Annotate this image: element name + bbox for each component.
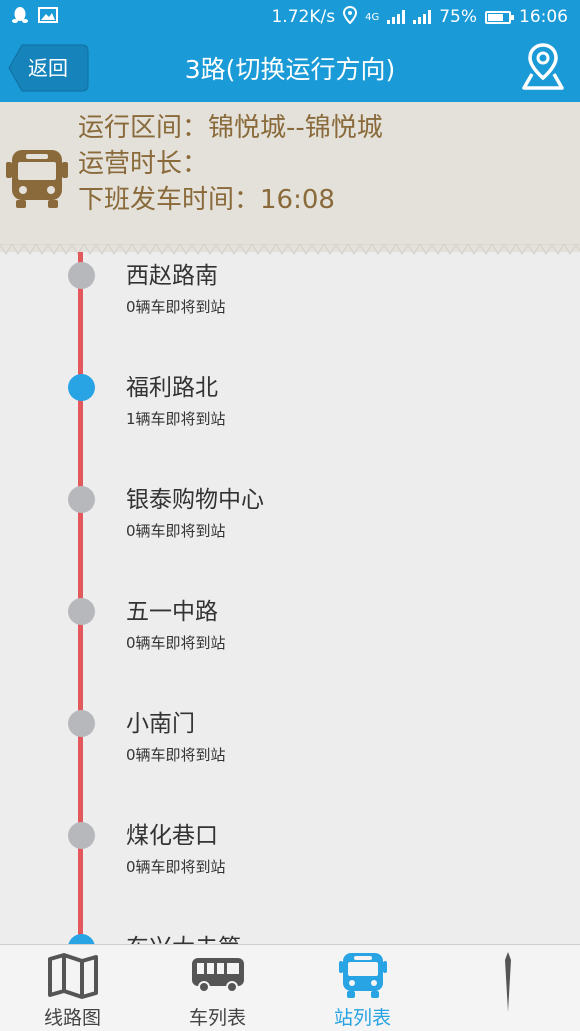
station-name: 煤化巷口	[126, 823, 218, 849]
map-icon	[47, 953, 99, 999]
tab-station-list[interactable]: 站列表	[290, 945, 435, 1031]
station-name: 西赵路南	[126, 263, 218, 289]
tab-label: 车列表	[188, 1007, 246, 1029]
station-row[interactable]: 西赵路南 0辆车即将到站	[0, 262, 580, 374]
station-name: 五一中路	[126, 599, 218, 625]
tab-bus-list[interactable]: 车列表	[145, 945, 290, 1031]
route-info-panel: 运行区间：锦悦城--锦悦城 运营时长： 下班发车时间：16:08	[0, 102, 580, 252]
station-name: 福利路北	[126, 375, 218, 401]
back-button[interactable]: 返回	[28, 44, 68, 92]
location-icon	[343, 5, 358, 29]
station-row[interactable]: 五一中路 0辆车即将到站	[0, 598, 580, 710]
battery-icon	[485, 10, 514, 24]
qq-icon	[12, 6, 28, 29]
bottom-tab-bar: 线路图 车列表 站列表	[0, 944, 580, 1031]
bus-icon	[6, 148, 68, 214]
signal-icon	[387, 10, 406, 24]
station-arriving-count: 1辆车即将到站	[126, 410, 226, 428]
battery-percent: 75%	[439, 7, 477, 27]
station-arriving-count: 0辆车即将到站	[126, 858, 226, 876]
route-info-text: 运行区间：锦悦城--锦悦城 运营时长： 下班发车时间：16:08	[78, 110, 383, 218]
tab-label: 线路图	[43, 1007, 101, 1029]
station-bus-icon	[338, 953, 387, 999]
station-dot	[68, 486, 95, 513]
app-header: 3路(切换运行方向) 返回	[0, 34, 580, 102]
station-dot	[68, 822, 95, 849]
station-dot-active	[68, 934, 95, 944]
station-arriving-count: 0辆车即将到站	[126, 298, 226, 316]
station-list[interactable]: 西赵路南 0辆车即将到站 福利路北 1辆车即将到站 银泰购物中心 0辆车即将到站 五一中路 0…	[0, 252, 580, 944]
station-name: 东兴大夫第	[126, 928, 241, 944]
station-row[interactable]: 银泰购物中心 0辆车即将到站	[0, 486, 580, 598]
station-name: 小南门	[126, 711, 195, 737]
bus-list-icon	[190, 953, 246, 999]
map-pin-icon	[522, 43, 564, 90]
station-arriving-count: 0辆车即将到站	[126, 634, 226, 652]
scroll-handle[interactable]	[505, 952, 511, 1012]
station-row[interactable]: 煤化巷口 0辆车即将到站	[0, 822, 580, 934]
station-dot	[68, 262, 95, 289]
status-bar: 1.72K/s 4G 75% 16:06	[0, 0, 580, 34]
station-row[interactable]: 东兴大夫第	[0, 934, 580, 944]
signal-icon-2	[413, 10, 432, 24]
station-dot-active	[68, 374, 95, 401]
station-row[interactable]: 小南门 0辆车即将到站	[0, 710, 580, 822]
station-row[interactable]: 福利路北 1辆车即将到站	[0, 374, 580, 486]
station-name: 银泰购物中心	[126, 487, 264, 513]
next-departure: 下班发车时间：16:08	[78, 185, 335, 215]
station-dot	[68, 710, 95, 737]
network-speed: 1.72K/s	[271, 7, 336, 27]
image-icon	[38, 6, 58, 28]
status-right: 1.72K/s 4G 75% 16:06	[271, 5, 568, 29]
back-button-wrap[interactable]: 返回	[8, 44, 89, 92]
map-location-button[interactable]	[520, 42, 566, 92]
route-range: 运行区间：锦悦城--锦悦城	[78, 113, 383, 143]
status-left	[12, 6, 58, 29]
operation-duration: 运营时长：	[78, 149, 209, 179]
station-dot	[68, 598, 95, 625]
tab-route-map[interactable]: 线路图	[0, 945, 145, 1031]
station-arriving-count: 0辆车即将到站	[126, 746, 226, 764]
station-arriving-count: 0辆车即将到站	[126, 522, 226, 540]
tab-label: 站列表	[333, 1007, 391, 1029]
network-type: 4G	[365, 11, 380, 23]
clock: 16:06	[519, 7, 568, 27]
